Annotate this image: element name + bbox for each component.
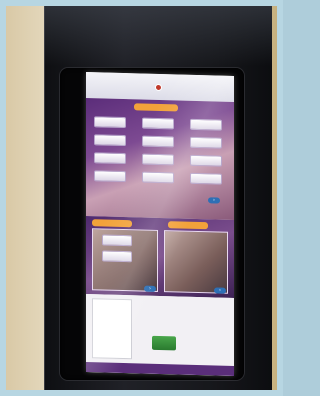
menu-section-2: › › — [86, 216, 234, 298]
menu-button[interactable] — [142, 135, 174, 148]
menu-button[interactable] — [190, 154, 222, 167]
menu-button[interactable] — [142, 117, 174, 130]
logo-circle-icon — [155, 83, 162, 91]
menu-button[interactable] — [142, 153, 174, 166]
photo-panel-right[interactable] — [164, 230, 228, 294]
next-arrow-button[interactable]: › — [144, 285, 156, 292]
promo-logo-icon — [152, 335, 176, 351]
section-1-banner — [134, 103, 178, 112]
menu-section-1: › — [86, 98, 234, 220]
kiosk-screen[interactable]: › › › — [86, 72, 234, 376]
next-arrow-button[interactable]: › — [214, 287, 226, 294]
info-card[interactable] — [92, 298, 132, 360]
menu-button[interactable] — [190, 118, 222, 131]
screen-header — [86, 72, 234, 102]
menu-button[interactable] — [190, 136, 222, 149]
next-arrow-button[interactable]: › — [208, 197, 220, 204]
kiosk-reflection — [44, 6, 272, 66]
sub-menu-button[interactable] — [102, 250, 132, 263]
menu-button[interactable] — [190, 172, 222, 185]
section-2-banner — [92, 219, 132, 228]
menu-button[interactable] — [94, 152, 126, 165]
menu-button[interactable] — [94, 116, 126, 129]
photo-frame: › › › — [0, 0, 283, 396]
menu-button[interactable] — [142, 171, 174, 184]
section-3-banner — [168, 221, 208, 230]
menu-button[interactable] — [94, 170, 126, 183]
menu-button[interactable] — [94, 134, 126, 147]
sub-menu-button[interactable] — [102, 234, 132, 247]
